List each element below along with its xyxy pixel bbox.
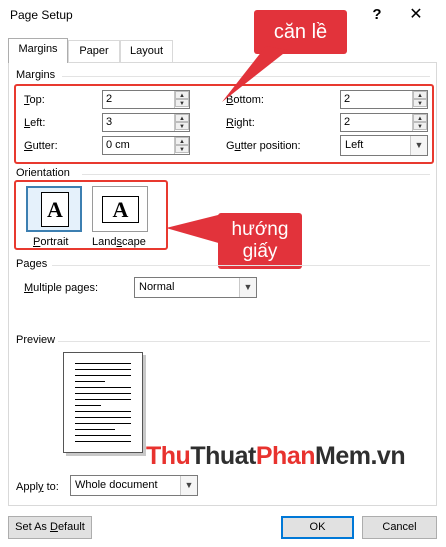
landscape-page-icon: A [102,196,139,223]
spin-up-icon[interactable]: ▲ [175,137,189,145]
spin-arrows: ▲ ▼ [174,137,189,154]
preview-group-label: Preview [16,334,56,346]
portrait-page-icon: A [41,192,69,227]
multiple-pages-label: Multiple pages: [24,282,98,294]
gutter-position-value: Left [345,139,364,151]
preview-line [75,387,131,388]
spin-up-icon[interactable]: ▲ [175,91,189,99]
gutter-value[interactable]: 0 cm [106,139,130,151]
close-button[interactable]: ✕ [405,4,427,26]
spin-up-icon[interactable]: ▲ [175,114,189,122]
landscape-label: Landscape [92,236,146,248]
gutter-spinner[interactable]: 0 cm ▲ ▼ [102,136,190,155]
orientation-callout-arrow [166,214,222,244]
gutter-position-select[interactable]: Left ▼ [340,135,428,156]
preview-line [75,423,131,424]
preview-line [75,405,101,406]
bottom-margin-spinner[interactable]: 2 ▲ ▼ [340,90,428,109]
spin-up-icon[interactable]: ▲ [413,91,427,99]
orientation-separator [82,174,430,175]
gutter-label: Gutter: [24,140,58,152]
orientation-group-label: Orientation [16,167,70,179]
orientation-callout: hướng giấy [218,213,302,269]
orientation-callout-line2: giấy [242,241,278,262]
tab-margins[interactable]: Margins [8,38,68,63]
chevron-down-icon[interactable]: ▼ [239,278,256,297]
spin-arrows: ▲ ▼ [412,91,427,108]
multiple-pages-select[interactable]: Normal ▼ [134,277,257,298]
preview-line [75,435,131,436]
preview-page [63,352,143,453]
preview-separator [58,341,430,342]
preview-line [75,399,131,400]
multiple-pages-value: Normal [139,281,175,293]
margins-callout-arrow [222,46,288,102]
preview-line [75,369,131,370]
spin-arrows: ▲ ▼ [412,114,427,131]
watermark-logo: ThuThuatPhanMem.vn [146,442,406,470]
left-margin-value[interactable]: 3 [106,116,112,128]
spin-up-icon[interactable]: ▲ [413,114,427,122]
portrait-button[interactable]: A [26,186,82,232]
landscape-button[interactable]: A [92,186,148,232]
ok-button[interactable]: OK [281,516,354,539]
preview-line [75,381,105,382]
spin-down-icon[interactable]: ▼ [175,145,189,153]
preview-line [75,417,131,418]
margins-group-label: Margins [16,69,56,81]
spin-down-icon[interactable]: ▼ [175,122,189,130]
spin-down-icon[interactable]: ▼ [413,99,427,107]
pages-separator [52,265,430,266]
preview-line [75,393,131,394]
apply-to-value: Whole document [75,479,158,491]
spin-arrows: ▲ ▼ [174,91,189,108]
help-button[interactable]: ? [366,4,388,26]
preview-line [75,441,131,442]
preview-line [75,363,131,364]
right-margin-spinner[interactable]: 2 ▲ ▼ [340,113,428,132]
tab-paper[interactable]: Paper [68,40,120,62]
window-title: Page Setup [10,8,73,22]
preview-line [75,411,131,412]
orientation-callout-line1: hướng [231,219,289,240]
bottom-margin-value[interactable]: 2 [344,93,350,105]
top-margin-spinner[interactable]: 2 ▲ ▼ [102,90,190,109]
apply-to-label: Apply to: [16,481,59,493]
spin-arrows: ▲ ▼ [174,114,189,131]
cancel-button[interactable]: Cancel [362,516,437,539]
apply-to-select[interactable]: Whole document ▼ [70,475,198,496]
chevron-down-icon[interactable]: ▼ [180,476,197,495]
preview-line [75,429,115,430]
tab-layout[interactable]: Layout [120,40,173,62]
portrait-label: Portrait [33,236,69,248]
spin-down-icon[interactable]: ▼ [175,99,189,107]
left-margin-spinner[interactable]: 3 ▲ ▼ [102,113,190,132]
top-label: Top: [24,94,45,106]
spin-down-icon[interactable]: ▼ [413,122,427,130]
top-margin-value[interactable]: 2 [106,93,112,105]
right-margin-value[interactable]: 2 [344,116,350,128]
gutter-position-label: Gutter position: [226,140,301,152]
left-label: Left: [24,117,46,129]
pages-group-label: Pages [16,258,48,270]
preview-line [75,375,131,376]
chevron-down-icon[interactable]: ▼ [410,136,427,155]
right-label: Right: [226,117,255,129]
set-as-default-button[interactable]: Set As Default [8,516,92,539]
